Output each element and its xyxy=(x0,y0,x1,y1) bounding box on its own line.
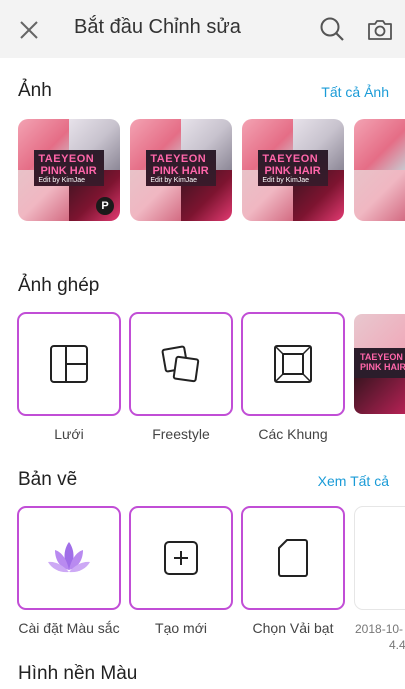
template-text: PINK HAIR xyxy=(360,362,405,372)
section-title-background: Hình nền Màu xyxy=(18,663,138,684)
lotus-icon xyxy=(48,542,90,573)
tile-label-create-new: Tạo mới xyxy=(155,620,207,636)
grid-icon xyxy=(50,345,88,383)
canvas-icon xyxy=(278,539,308,577)
banner-text: Edit by KimJae xyxy=(262,177,310,185)
draft-size-label: 4.4 xyxy=(389,638,405,652)
section-title-collage: Ảnh ghép xyxy=(18,275,100,296)
color-settings-button[interactable] xyxy=(17,506,121,610)
photo-thumbnail[interactable]: TAEYEON PINK HAIR Edit by KimJae xyxy=(130,119,232,221)
close-icon[interactable] xyxy=(18,19,40,41)
section-title-photos: Ảnh xyxy=(18,80,52,101)
page-title: Bắt đầu Chỉnh sửa xyxy=(74,16,241,38)
banner-text: PINK HAIR xyxy=(40,164,97,177)
banner-text: Edit by KimJae xyxy=(38,177,86,185)
picsart-badge-icon: P xyxy=(96,197,114,215)
banner-text: TAEYEON xyxy=(38,152,95,165)
search-icon[interactable] xyxy=(319,16,345,42)
frame-icon xyxy=(274,345,312,383)
camera-icon[interactable] xyxy=(367,18,393,42)
tile-label-freestyle: Freestyle xyxy=(152,426,210,442)
freestyle-collage-button[interactable] xyxy=(129,312,233,416)
add-icon xyxy=(164,541,198,575)
draft-date-label: 2018-10- xyxy=(355,622,404,636)
freestyle-icon xyxy=(161,345,200,383)
create-new-button[interactable] xyxy=(129,506,233,610)
tile-label-grid: Lưới xyxy=(54,426,84,442)
photo-thumbnail[interactable] xyxy=(354,119,405,221)
tile-label-color-settings: Cài đặt Màu sắc xyxy=(18,620,120,636)
banner-text: PINK HAIR xyxy=(264,164,321,177)
banner-text: Edit by KimJae xyxy=(150,177,198,185)
all-photos-link[interactable]: Tất cả Ảnh xyxy=(321,84,389,100)
see-all-drawings-link[interactable]: Xem Tất cả xyxy=(318,473,389,489)
tile-label-frames: Các Khung xyxy=(258,426,328,442)
frames-collage-button[interactable] xyxy=(241,312,345,416)
grid-collage-button[interactable] xyxy=(17,312,121,416)
collage-template-thumbnail[interactable]: TAEYEON PINK HAIR xyxy=(354,314,405,414)
section-title-drawing: Bản vẽ xyxy=(18,469,78,490)
banner-text: PINK HAIR xyxy=(152,164,209,177)
tile-label-choose-canvas: Chọn Vải bạt xyxy=(252,620,334,636)
template-text: TAEYEON xyxy=(360,352,403,362)
banner-text: TAEYEON xyxy=(262,152,319,165)
choose-canvas-button[interactable] xyxy=(241,506,345,610)
photo-thumbnail[interactable]: TAEYEON PINK HAIR Edit by KimJae xyxy=(242,119,344,221)
drawing-draft-card[interactable] xyxy=(354,506,405,610)
photo-thumbnail[interactable]: TAEYEON PINK HAIR Edit by KimJae P xyxy=(18,119,120,221)
top-bar: Bắt đầu Chỉnh sửa xyxy=(0,0,405,58)
banner-text: TAEYEON xyxy=(150,152,207,165)
